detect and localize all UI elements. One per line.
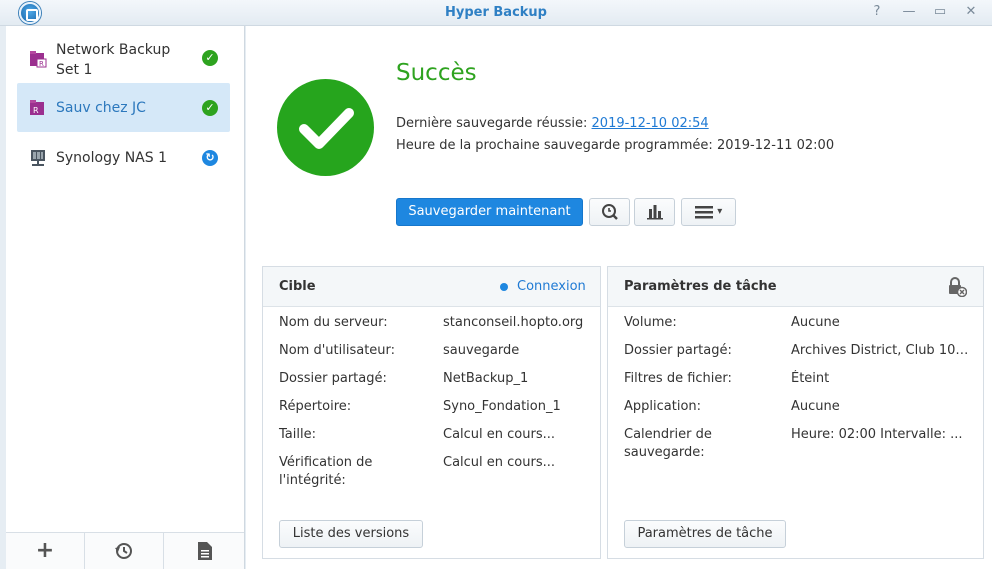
sidebar: R Network Backup Set 1 ✓ R Sauv chez JC … — [6, 26, 245, 569]
size-label: Taille: — [279, 427, 316, 442]
svg-text:R: R — [33, 106, 39, 115]
backup-task-icon: R — [30, 51, 47, 68]
restore-history-icon — [115, 543, 132, 559]
status-title: Succès — [396, 60, 477, 86]
menu-icon — [694, 206, 713, 219]
clock-search-icon — [601, 204, 618, 220]
task-panel-header: Paramètres de tâche — [608, 267, 983, 307]
shared-folder-value: Archives District, Club 108... — [791, 343, 971, 358]
window-title: Hyper Backup — [444, 5, 547, 20]
volume-value: Aucune — [791, 315, 840, 330]
server-name-value: stanconseil.hopto.org — [443, 315, 584, 330]
chevron-down-icon: ▾ — [717, 206, 723, 217]
application-value: Aucune — [791, 399, 840, 414]
username-value: sauvegarde — [443, 343, 520, 358]
sidebar-item-label: Network Backup Set 1 — [56, 42, 171, 78]
sidebar-item-label: Sauv chez JC — [56, 100, 146, 116]
version-explorer-button[interactable] — [589, 198, 630, 226]
target-panel-header: Cible Connexion — [263, 267, 600, 307]
integrity-check-value: Calcul en cours... — [443, 455, 556, 470]
lock-icon[interactable] — [947, 277, 967, 297]
log-button[interactable] — [165, 533, 244, 569]
last-backup-label: Dernière sauvegarde réussie: — [396, 116, 588, 131]
sidebar-item-sauv-chez-jc[interactable]: R Sauv chez JC ✓ — [17, 83, 230, 132]
volume-label: Volume: — [624, 315, 677, 330]
sidebar-item-synology-nas-1[interactable]: Synology NAS 1 ↻ — [17, 138, 230, 178]
shared-folder-value: NetBackup_1 — [443, 371, 529, 386]
backup-now-button[interactable]: Sauvegarder maintenant — [396, 198, 583, 226]
close-button[interactable]: ✕ — [962, 3, 980, 21]
sidebar-item-network-backup-set-1[interactable]: R Network Backup Set 1 ✓ — [17, 38, 230, 82]
bar-chart-icon — [646, 205, 663, 220]
server-name-label: Nom du serveur: — [279, 315, 388, 330]
restore-button[interactable] — [85, 533, 164, 569]
version-list-button[interactable]: Liste des versions — [279, 520, 423, 548]
directory-value: Syno_Fondation_1 — [443, 399, 561, 414]
main-panel: Succès Dernière sauvegarde réussie: 2019… — [246, 26, 992, 569]
action-menu-button[interactable]: ▾ — [681, 198, 736, 226]
plus-icon: + — [35, 538, 55, 563]
success-status-icon: ✓ — [202, 50, 218, 66]
last-backup-link[interactable]: 2019-12-10 02:54 — [592, 116, 709, 131]
shared-folder-label: Dossier partagé: — [279, 371, 387, 386]
shared-folder-label: Dossier partagé: — [624, 343, 732, 358]
directory-label: Répertoire: — [279, 399, 352, 414]
sync-status-icon: ↻ — [202, 150, 218, 166]
backup-schedule-value: Heure: 02:00 Intervalle: ... — [791, 427, 963, 442]
file-filter-value: Éteint — [791, 371, 830, 386]
file-filter-label: Filtres de fichier: — [624, 371, 732, 386]
task-panel-title: Paramètres de tâche — [624, 279, 777, 294]
help-button[interactable]: ? — [868, 3, 886, 21]
next-backup-value: 2019-12-11 02:00 — [716, 138, 835, 153]
task-settings-panel: Paramètres de tâche Volume: Aucune Dossi… — [607, 266, 984, 559]
last-backup-line: Dernière sauvegarde réussie: 2019-12-10 … — [396, 116, 709, 131]
username-label: Nom d'utilisateur: — [279, 343, 396, 358]
title-bar: Hyper Backup ? — ▭ ✕ — [0, 0, 992, 26]
minimize-button[interactable]: — — [900, 3, 918, 21]
svg-text:R: R — [39, 60, 44, 68]
next-backup-line: Heure de la prochaine sauvegarde program… — [396, 138, 834, 153]
size-value: Calcul en cours... — [443, 427, 556, 442]
log-document-icon — [197, 542, 212, 560]
target-panel-title: Cible — [279, 279, 316, 294]
add-task-button[interactable]: + — [6, 533, 85, 569]
statistics-button[interactable] — [634, 198, 675, 226]
target-panel: Cible Connexion Nom du serveur: stancons… — [262, 266, 601, 559]
next-backup-label: Heure de la prochaine sauvegarde program… — [396, 138, 713, 153]
sidebar-footer: + — [6, 532, 244, 569]
maximize-button[interactable]: ▭ — [931, 3, 949, 21]
backup-schedule-label: Calendrier de sauvegarde: — [624, 427, 712, 460]
integrity-check-label: Vérification de l'intégrité: — [279, 455, 373, 488]
success-status-icon: ✓ — [202, 100, 218, 116]
sidebar-item-label: Synology NAS 1 — [56, 150, 167, 166]
application-label: Application: — [624, 399, 702, 414]
task-settings-button[interactable]: Paramètres de tâche — [624, 520, 786, 548]
backup-task-icon: R — [30, 100, 44, 115]
connection-status-link[interactable]: Connexion — [517, 279, 586, 294]
nas-icon — [31, 150, 45, 166]
success-check-icon — [277, 79, 374, 176]
connection-dot-icon — [500, 283, 508, 291]
